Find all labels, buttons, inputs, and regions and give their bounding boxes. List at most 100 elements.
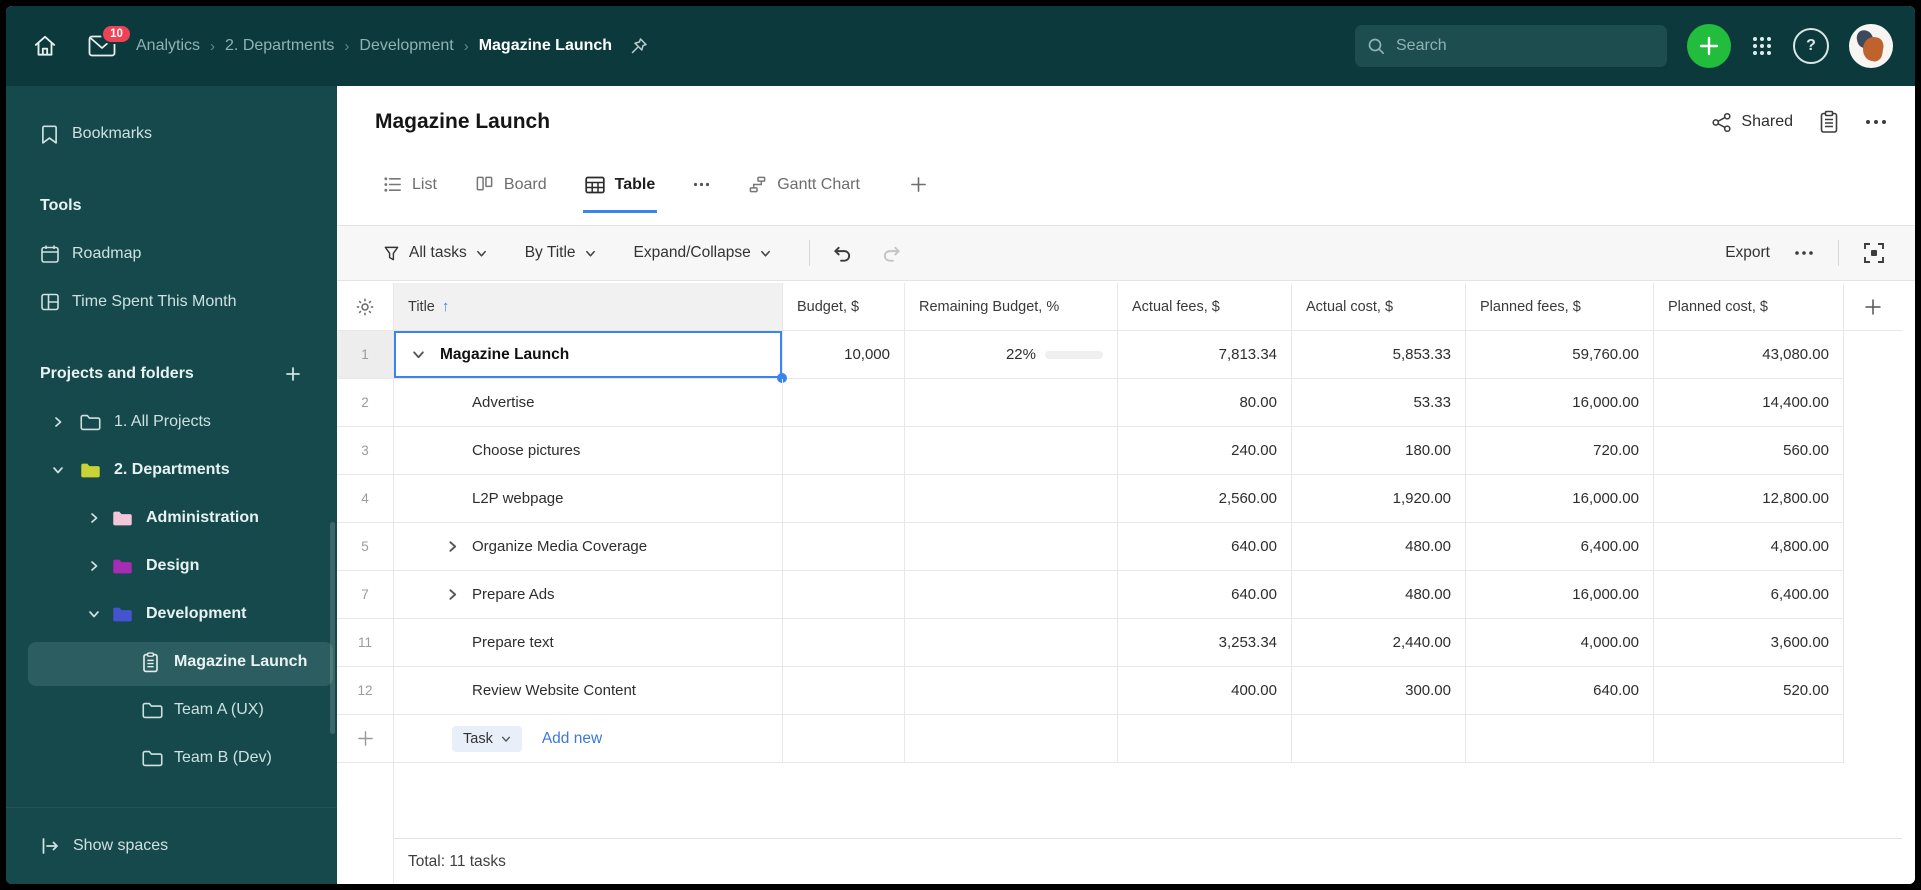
- cell-actual-fees[interactable]: 240.00: [1118, 427, 1292, 474]
- expand-collapse-dropdown[interactable]: Expand/Collapse: [634, 244, 771, 262]
- cell-actual-cost[interactable]: 480.00: [1292, 571, 1466, 618]
- add-project-button[interactable]: [285, 366, 301, 382]
- table-row[interactable]: 7 Prepare Ads 640.00 480.00 16,000.00 6,400.0…: [337, 571, 1844, 619]
- sidebar-item-roadmap[interactable]: Roadmap: [6, 234, 337, 274]
- toolbar-more-icon[interactable]: [1794, 250, 1814, 256]
- column-header-pc[interactable]: Planned cost, $: [1654, 283, 1844, 330]
- chevron-down-icon[interactable]: [52, 464, 64, 476]
- inbox-icon[interactable]: 10: [88, 24, 132, 57]
- cell-actual-cost[interactable]: 53.33: [1292, 379, 1466, 426]
- cell-actual-fees[interactable]: 400.00: [1118, 667, 1292, 714]
- tab-gantt-chart[interactable]: Gantt Chart: [746, 156, 862, 213]
- export-button[interactable]: Export: [1725, 244, 1770, 262]
- apps-grid-icon[interactable]: [1751, 35, 1773, 57]
- cell-actual-cost[interactable]: 1,920.00: [1292, 475, 1466, 522]
- task-type-dropdown[interactable]: Task: [452, 725, 522, 752]
- cell-title[interactable]: Organize Media Coverage: [394, 523, 783, 570]
- pin-icon[interactable]: [630, 37, 648, 55]
- cell-budget[interactable]: [783, 667, 905, 714]
- row-chevron-right-icon[interactable]: [446, 588, 459, 601]
- cell-planned-fees[interactable]: 16,000.00: [1466, 379, 1654, 426]
- table-row[interactable]: 12 Review Website Content 400.00 300.00 640.…: [337, 667, 1844, 715]
- tab-table[interactable]: Table: [582, 156, 658, 213]
- cell-planned-cost[interactable]: 4,800.00: [1654, 523, 1844, 570]
- chevron-right-icon[interactable]: [88, 560, 100, 572]
- search-box[interactable]: [1355, 25, 1667, 67]
- table-row[interactable]: 3 Choose pictures 240.00 180.00 720.00 560.00: [337, 427, 1844, 475]
- cell-planned-fees[interactable]: 6,400.00: [1466, 523, 1654, 570]
- cell-actual-cost[interactable]: 480.00: [1292, 523, 1466, 570]
- cell-actual-fees[interactable]: 80.00: [1118, 379, 1292, 426]
- cell-title[interactable]: Choose pictures: [394, 427, 783, 474]
- breadcrumb-item[interactable]: Magazine Launch: [479, 37, 612, 55]
- cell-budget[interactable]: [783, 379, 905, 426]
- user-avatar[interactable]: [1849, 24, 1893, 68]
- sidebar-item-time-spent[interactable]: Time Spent This Month: [6, 282, 337, 322]
- breadcrumb-item[interactable]: 2. Departments: [225, 37, 334, 55]
- chevron-down-icon[interactable]: [88, 608, 100, 620]
- breadcrumb-item[interactable]: Analytics: [136, 37, 200, 55]
- sidebar-item-design[interactable]: Design: [6, 546, 337, 586]
- tab-list[interactable]: List: [381, 156, 439, 213]
- more-options-icon[interactable]: [1865, 119, 1887, 125]
- cell-actual-cost[interactable]: 2,440.00: [1292, 619, 1466, 666]
- sidebar-item-administration[interactable]: Administration: [6, 498, 337, 538]
- cell-actual-cost[interactable]: 180.00: [1292, 427, 1466, 474]
- sidebar-item-team-b-dev-[interactable]: Team B (Dev): [6, 738, 337, 778]
- cell-actual-cost[interactable]: 300.00: [1292, 667, 1466, 714]
- fullscreen-icon[interactable]: [1863, 242, 1885, 264]
- clipboard-icon[interactable]: [1819, 110, 1839, 134]
- cell-planned-cost[interactable]: 560.00: [1654, 427, 1844, 474]
- table-settings-gear-icon[interactable]: [337, 283, 394, 330]
- add-new-link[interactable]: Add new: [542, 730, 602, 748]
- cell-planned-fees[interactable]: 720.00: [1466, 427, 1654, 474]
- table-row[interactable]: 1 Magazine Launch 10,000 22% 7,813.34 5,853.3…: [337, 331, 1844, 383]
- sort-dropdown[interactable]: By Title: [525, 244, 596, 262]
- cell-actual-fees[interactable]: 3,253.34: [1118, 619, 1292, 666]
- cell-budget[interactable]: [783, 523, 905, 570]
- cell-budget[interactable]: [783, 571, 905, 618]
- column-header-ac[interactable]: Actual cost, $: [1292, 283, 1466, 330]
- cell-planned-cost[interactable]: 12,800.00: [1654, 475, 1844, 522]
- add-column-button[interactable]: [1844, 283, 1902, 330]
- column-header-rem[interactable]: Remaining Budget, %: [905, 283, 1118, 330]
- row-chevron-down-icon[interactable]: [412, 348, 425, 361]
- chevron-right-icon[interactable]: [88, 512, 100, 524]
- column-header-budget[interactable]: Budget, $: [783, 283, 905, 330]
- cell-remaining-budget[interactable]: [905, 379, 1118, 426]
- cell-budget[interactable]: [783, 619, 905, 666]
- cell-planned-fees[interactable]: 16,000.00: [1466, 571, 1654, 618]
- home-icon[interactable]: [32, 33, 58, 59]
- cell-title[interactable]: Advertise: [394, 379, 783, 426]
- cell-title[interactable]: L2P webpage: [394, 475, 783, 522]
- cell-remaining-budget[interactable]: [905, 619, 1118, 666]
- cell-planned-fees[interactable]: 640.00: [1466, 667, 1654, 714]
- sidebar-item-team-a-ux-[interactable]: Team A (UX): [6, 690, 337, 730]
- cell-actual-cost[interactable]: 5,853.33: [1292, 331, 1466, 378]
- cell-remaining-budget[interactable]: [905, 667, 1118, 714]
- row-chevron-right-icon[interactable]: [446, 540, 459, 553]
- cell-planned-cost[interactable]: 3,600.00: [1654, 619, 1844, 666]
- show-spaces-button[interactable]: Show spaces: [6, 826, 337, 866]
- cell-remaining-budget[interactable]: [905, 475, 1118, 522]
- cell-remaining-budget[interactable]: [905, 523, 1118, 570]
- sidebar-item-1-all-projects[interactable]: 1. All Projects: [6, 402, 337, 442]
- breadcrumb-item[interactable]: Development: [359, 37, 453, 55]
- sidebar-item-development[interactable]: Development: [6, 594, 337, 634]
- tab-board[interactable]: Board: [473, 156, 549, 213]
- cell-actual-fees[interactable]: 640.00: [1118, 571, 1292, 618]
- cell-planned-cost[interactable]: 6,400.00: [1654, 571, 1844, 618]
- add-view-tab-button[interactable]: [910, 156, 927, 213]
- table-row[interactable]: 11 Prepare text 3,253.34 2,440.00 4,000.00 3,…: [337, 619, 1844, 667]
- cell-title[interactable]: Prepare Ads: [394, 571, 783, 618]
- cell-remaining-budget[interactable]: [905, 571, 1118, 618]
- column-header-title[interactable]: Title ↑: [394, 283, 783, 330]
- sidebar-tools-header[interactable]: Tools: [6, 186, 337, 226]
- sidebar-projects-header[interactable]: Projects and folders: [6, 354, 337, 394]
- cell-actual-fees[interactable]: 7,813.34: [1118, 331, 1292, 378]
- cell-planned-fees[interactable]: 59,760.00: [1466, 331, 1654, 378]
- search-input[interactable]: [1394, 36, 1655, 56]
- create-new-button[interactable]: [1687, 24, 1731, 68]
- cell-planned-fees[interactable]: 16,000.00: [1466, 475, 1654, 522]
- chevron-right-icon[interactable]: [52, 416, 64, 428]
